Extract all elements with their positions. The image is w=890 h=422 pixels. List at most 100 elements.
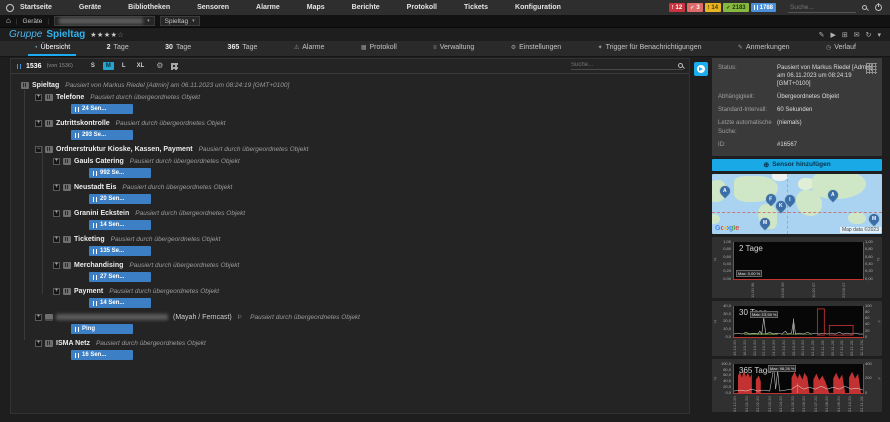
y-tick-label: 0,20 — [723, 269, 731, 273]
tab-verwaltung[interactable]: ≡Verwaltung — [427, 41, 480, 56]
tree-row-gauls-catering[interactable]: Gauls Catering Pausiert durch übergeordn… — [53, 156, 689, 166]
expand-icon[interactable] — [53, 158, 60, 165]
gear-icon: ⚙ — [511, 44, 516, 51]
topnav-item[interactable]: Maps — [307, 4, 325, 11]
minigraph-30-tage[interactable]: 30 Tage 40,030,020,010,00,0 100806040200… — [712, 301, 882, 356]
y-axis-unit: # — [876, 320, 881, 322]
status-badge-down-acknowledged[interactable]: ✓3 — [687, 3, 703, 12]
grid-view-icon[interactable] — [171, 63, 178, 70]
expand-icon[interactable] — [53, 262, 60, 269]
home-icon[interactable]: ⌂ — [6, 17, 11, 25]
expand-icon[interactable] — [35, 120, 42, 127]
expand-icon[interactable] — [35, 94, 42, 101]
topnav-item[interactable]: Protokoll — [407, 4, 437, 11]
tree-row-payment[interactable]: Payment Pausiert durch übergeordnetes Ob… — [53, 286, 689, 296]
x-tick-label: 01.08.2023 — [825, 396, 829, 412]
tree-row-spieltag[interactable]: Spieltag Pausiert von Markus Riedel [Adm… — [21, 80, 689, 90]
tree-search-input[interactable] — [571, 62, 675, 68]
collapse-icon[interactable] — [35, 146, 42, 153]
tree-row-granini-eckstein[interactable]: Granini Eckstein Pausiert durch übergeor… — [53, 208, 689, 218]
sensor-count-badge[interactable]: 14 Sen... — [89, 298, 151, 308]
sensor-count-badge[interactable]: 27 Sen... — [89, 272, 151, 282]
logout-icon[interactable] — [875, 4, 882, 11]
tab-uebersicht[interactable]: ◔Übersicht — [28, 41, 76, 56]
sensor-count-badge[interactable]: 992 Se... — [89, 168, 151, 178]
global-search-input[interactable] — [788, 3, 856, 13]
tree-row-neustadt-eis[interactable]: Neustadt Eis Pausiert durch übergeordnet… — [53, 182, 689, 192]
topnav-item[interactable]: Tickets — [464, 4, 488, 11]
topnav-item[interactable]: Konfiguration — [515, 4, 561, 11]
y-tick-label: 1,00 — [865, 240, 873, 244]
qr-code-icon[interactable] — [866, 63, 877, 74]
tree-row-telefone[interactable]: Telefone Pausiert durch übergeordnetes O… — [35, 92, 689, 102]
expand-icon[interactable] — [53, 236, 60, 243]
breadcrumb-probe-dropdown[interactable] — [54, 16, 155, 26]
tab-protokoll[interactable]: ▦Protokoll — [355, 41, 403, 56]
tree-row-mayah-device[interactable]: (Mayah / Ferncast) ⚐ Pausiert durch über… — [35, 312, 689, 322]
priority-rating[interactable]: ★★★★☆ — [90, 31, 124, 39]
x-tick-label: 23:00 06.11 — [781, 282, 785, 298]
google-logo: Google — [715, 225, 739, 232]
tab-anmerkungen[interactable]: ✎Anmerkungen — [732, 41, 796, 56]
gear-icon[interactable]: ⚙ — [156, 62, 163, 70]
toggle-info-panel-button[interactable] — [694, 62, 708, 76]
status-badge-down[interactable]: !12 — [669, 3, 685, 12]
email-icon[interactable]: ✉ — [854, 31, 860, 39]
sensor-count-badge[interactable]: 20 Sen... — [89, 194, 151, 204]
sensor-count-badge[interactable]: 16 Sen... — [71, 350, 133, 360]
more-icon[interactable]: ▾ — [877, 31, 881, 39]
x-tick-label: 22.10.2023 — [762, 340, 766, 356]
expand-icon[interactable] — [53, 210, 60, 217]
sensor-count-badge[interactable]: 293 Se... — [71, 130, 133, 140]
topnav-item[interactable]: Alarme — [256, 4, 280, 11]
sensor-count-badge[interactable]: 24 Sen... — [71, 104, 133, 114]
minigraph-365-tage[interactable]: 365 Tage 100,080,060,040,020,00,0 400200… — [712, 359, 882, 412]
status-badge-warning[interactable]: !14 — [705, 3, 721, 12]
tree-row-ordnerstruktur[interactable]: Ordnerstruktur Kioske, Kassen, Payment P… — [35, 144, 689, 154]
status-badge-up[interactable]: ✓2183 — [723, 3, 749, 12]
refresh-icon[interactable]: ↻ — [866, 31, 872, 39]
tab-30-tage[interactable]: 30Tage — [159, 41, 197, 56]
tab-alarme[interactable]: ⚠Alarme — [288, 41, 331, 56]
size-button-xl[interactable]: XL — [134, 62, 148, 70]
topnav-item[interactable]: Sensoren — [197, 4, 229, 11]
add-sensor-button[interactable]: ⊕ Sensor hinzufügen — [712, 159, 882, 171]
sensor-count-badge[interactable]: 135 Se... — [89, 246, 151, 256]
sensor-count-badge[interactable]: 14 Sen... — [89, 220, 151, 230]
map-marker[interactable]: M — [867, 212, 881, 226]
tab-2-tage[interactable]: 2Tage — [101, 41, 135, 56]
add-icon[interactable]: ⊞ — [842, 31, 848, 39]
size-button-l[interactable]: L — [119, 62, 129, 70]
minigraph-2-tage[interactable]: 2 Tage 1,000,800,600,400,200,00 1,000,80… — [712, 237, 882, 298]
tools-icon[interactable]: ✎ — [819, 31, 825, 39]
search-icon[interactable] — [862, 5, 867, 10]
paused-group-icon — [21, 82, 29, 89]
status-badge-paused[interactable]: 1788 — [751, 3, 776, 12]
breadcrumb-section[interactable]: Geräte — [23, 18, 43, 25]
tree-row-ticketing[interactable]: Ticketing Pausiert durch übergeordnetes … — [53, 234, 689, 244]
tree-row-isma-netz[interactable]: ISMA Netz Pausiert durch übergeordnetes … — [35, 338, 689, 348]
expand-icon[interactable] — [35, 314, 42, 321]
tree-row-merchandising[interactable]: Merchandising Pausiert durch übergeordne… — [53, 260, 689, 270]
paused-group-icon — [63, 288, 71, 295]
tab-einstellungen[interactable]: ⚙Einstellungen — [505, 41, 567, 56]
size-button-s[interactable]: S — [88, 62, 98, 70]
geo-map-thumbnail[interactable]: A F K I A M M Google Map data ©2023 — [712, 174, 882, 234]
play-icon[interactable]: ▶ — [830, 31, 835, 39]
tab-365-tage[interactable]: 365Tage — [222, 41, 264, 56]
topnav-item[interactable]: Bibliotheken — [128, 4, 170, 11]
expand-icon[interactable] — [35, 340, 42, 347]
search-icon[interactable] — [678, 63, 683, 68]
tree-row-zutrittskontrolle[interactable]: Zutrittskontrolle Pausiert durch übergeo… — [35, 118, 689, 128]
topnav-item[interactable]: Geräte — [79, 4, 101, 11]
tab-verlauf[interactable]: ◷Verlauf — [820, 41, 862, 56]
topnav-item[interactable]: Startseite — [20, 4, 52, 11]
expand-icon[interactable] — [53, 288, 60, 295]
device-tree-panel: 1536 (von 1536) S M L XL ⚙ Spieltag Paus… — [10, 58, 690, 414]
topnav-item[interactable]: Berichte — [352, 4, 380, 11]
tab-trigger[interactable]: ✦Trigger für Benachrichtigungen — [592, 41, 708, 56]
size-button-m[interactable]: M — [103, 62, 114, 70]
sensor-count-badge[interactable]: Ping — [71, 324, 133, 334]
expand-icon[interactable] — [53, 184, 60, 191]
breadcrumb-group-dropdown[interactable]: Spieltag — [160, 16, 200, 26]
